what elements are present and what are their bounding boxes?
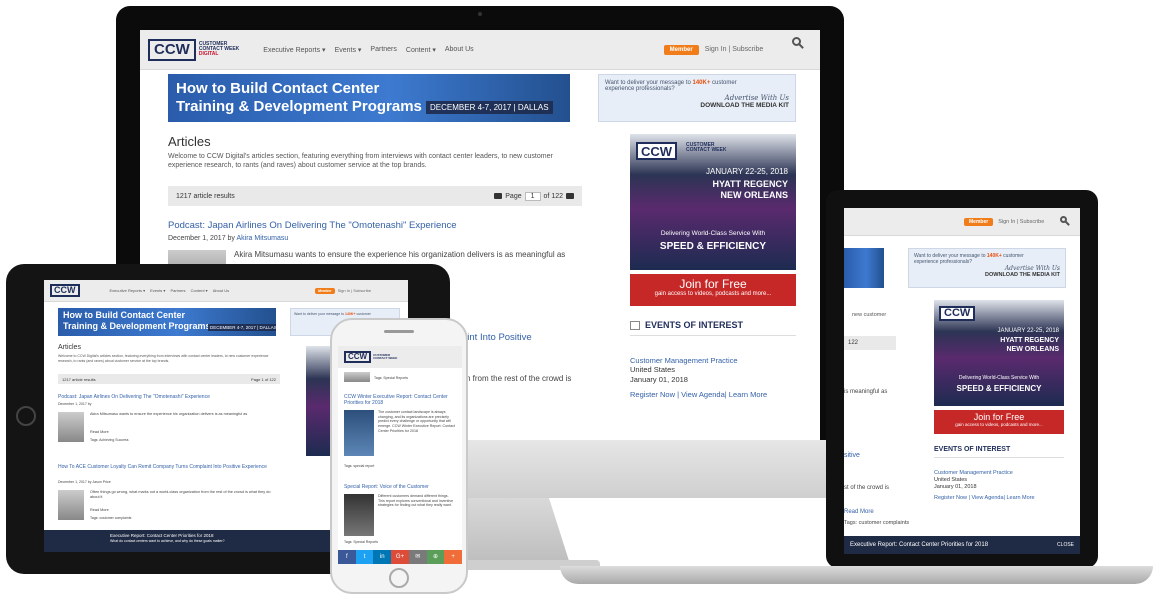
laptop-banner-fragment[interactable]: 122 bbox=[844, 248, 884, 288]
phone-post-thumb-1[interactable] bbox=[344, 410, 374, 456]
laptop-excerpt-fragment: is meaningful as bbox=[844, 389, 888, 395]
laptop-site-header: Member Sign In | Subscribe bbox=[844, 208, 1080, 236]
ccw-ad-logo: CCW bbox=[636, 142, 678, 160]
tablet-home-button[interactable] bbox=[16, 406, 36, 426]
laptop-tags: Tags: customer complaints bbox=[844, 520, 910, 526]
post-author-link[interactable]: Akira Mitsumasu bbox=[237, 235, 289, 242]
pager-prev-icon[interactable] bbox=[494, 193, 503, 199]
ccw-ad-speed: SPEED & EFFICIENCY bbox=[659, 241, 767, 252]
pager-next-icon[interactable] bbox=[566, 193, 574, 199]
ccw-ad-venue1: HYATT REGENCY bbox=[712, 179, 788, 189]
twitter-share-icon[interactable]: t bbox=[355, 550, 374, 564]
laptop-read-more[interactable]: Read More bbox=[844, 508, 874, 516]
laptop-join-for-free-button[interactable]: Join for Free gain access to videos, pod… bbox=[934, 410, 1064, 434]
media-kit-ad-line2: experience professionals? bbox=[605, 86, 675, 92]
laptop-ccw-event-ad[interactable]: CCW JANUARY 22-25, 2018 HYATT REGENCY NE… bbox=[934, 300, 1064, 406]
media-kit-ad[interactable]: Want to deliver your message to 140K+ cu… bbox=[598, 74, 796, 122]
calendar-icon bbox=[630, 321, 640, 331]
event-name-link[interactable]: Customer Management Practice bbox=[630, 356, 796, 365]
event-links[interactable]: Register Now | View Agenda| Learn More bbox=[630, 390, 796, 399]
join-for-free-button[interactable]: Join for Free gain access to videos, pod… bbox=[630, 274, 796, 306]
nav-about-us[interactable]: About Us bbox=[445, 46, 474, 53]
laptop-member-badge[interactable]: Member bbox=[964, 217, 994, 226]
linkedin-share-icon[interactable]: in bbox=[373, 550, 392, 564]
email-share-icon[interactable]: ✉ bbox=[408, 550, 427, 564]
ccw-ad-dates: JANUARY 22-25, 2018 bbox=[706, 167, 788, 176]
tablet-ccw-ad-fragment[interactable] bbox=[306, 346, 330, 456]
more-share-icon[interactable]: + bbox=[444, 550, 462, 564]
laptop-exec-report-bar[interactable]: Executive Report: Contact Center Priorit… bbox=[844, 536, 1080, 554]
phone-share-bar: f t in G+ ✉ ⊕ + bbox=[338, 550, 462, 564]
post-excerpt-2-fragment: h from the rest of the crowd is bbox=[466, 374, 572, 383]
laptop-results-fragment: 122 bbox=[844, 336, 896, 350]
nav-executive-reports[interactable]: Executive Reports ▾ bbox=[263, 46, 325, 54]
articles-intro: Welcome to CCW Digital's articles sectio… bbox=[168, 153, 553, 170]
media-kit-ad-cta: DOWNLOAD THE MEDIA KIT bbox=[700, 102, 789, 109]
tablet-site-header: CCW Executive Reports ▾ Events ▾ Partner… bbox=[44, 280, 408, 302]
laptop-search-icon[interactable] bbox=[1060, 216, 1067, 223]
articles-heading: Articles bbox=[168, 134, 211, 149]
laptop-title-fragment[interactable]: sitive bbox=[844, 452, 860, 459]
phone-screen: CCW CUSTOMER CONTACT WEEK Tags: Special … bbox=[338, 346, 462, 564]
nav-content[interactable]: Content ▾ bbox=[406, 46, 436, 54]
ccw-event-ad[interactable]: CCW CUSTOMER CONTACT WEEK JANUARY 22-25,… bbox=[630, 134, 796, 270]
googleplus-share-icon[interactable]: G+ bbox=[391, 550, 409, 564]
results-bar: 1217 article results Page 1 of 122 bbox=[168, 186, 582, 206]
ccw-logo-subtitle: CUSTOMER CONTACT WEEK DIGITAL bbox=[198, 40, 240, 58]
laptop-base bbox=[560, 566, 1153, 584]
tablet-post-title-2[interactable]: How To ACE Customer Loyalty Can Remit Co… bbox=[58, 464, 268, 470]
laptop-intro-fragment: new customer bbox=[852, 312, 887, 318]
nav-partners[interactable]: Partners bbox=[370, 46, 396, 53]
laptop-crowd-fragment: st of the crowd is bbox=[844, 485, 890, 491]
pager: Page 1 of 122 bbox=[494, 191, 574, 201]
phone-header: CCW CUSTOMER CONTACT WEEK bbox=[338, 346, 462, 368]
pager-label: Page bbox=[505, 192, 522, 200]
ccw-ad-logo-subtitle: CUSTOMER CONTACT WEEK bbox=[686, 142, 727, 154]
training-banner[interactable]: How to Build Contact Center Training & D… bbox=[168, 74, 570, 122]
results-count: 1217 article results bbox=[176, 192, 235, 200]
banner-date: DECEMBER 4-7, 2017 | DALLAS bbox=[426, 101, 553, 114]
pager-of: of 122 bbox=[543, 192, 563, 200]
phone-home-button[interactable] bbox=[389, 568, 409, 588]
post-meta-1: December 1, 2017 by Akira Mitsumasu bbox=[168, 235, 289, 242]
ccw-ad-deliver: Delivering World-Class Service With bbox=[660, 230, 766, 237]
laptop-events-heading: EVENTS OF INTEREST bbox=[934, 446, 1064, 458]
ccw-ad-venue2: NEW ORLEANS bbox=[720, 190, 789, 200]
laptop-sign-in-link[interactable]: Sign In | Subscribe bbox=[998, 219, 1044, 225]
phone-post-title-1[interactable]: CCW Winter Executive Report: Contact Cen… bbox=[344, 394, 456, 406]
post-excerpt-1: Akira Mitsumasu wants to ensure the expe… bbox=[234, 250, 566, 259]
pager-input[interactable]: 1 bbox=[524, 191, 541, 201]
laptop-screen: Member Sign In | Subscribe 122 Want to d… bbox=[844, 208, 1080, 554]
tablet-banner[interactable]: How to Build Contact Center Training & D… bbox=[58, 308, 276, 336]
sign-in-subscribe-link[interactable]: Sign In | Subscribe bbox=[705, 46, 764, 53]
phone-post-thumb-2[interactable] bbox=[344, 494, 374, 536]
tablet-post-title-1[interactable]: Podcast: Japan Airlines On Delivering Th… bbox=[58, 394, 210, 400]
post-title-1[interactable]: Podcast: Japan Airlines On Delivering Th… bbox=[168, 220, 457, 231]
banner-title-line2: Training & Development Programs bbox=[176, 98, 422, 115]
nav-events[interactable]: Events ▾ bbox=[335, 46, 362, 54]
banner-title-line1: How to Build Contact Center bbox=[176, 80, 380, 97]
events-of-interest-heading: EVENTS OF INTEREST bbox=[630, 320, 796, 337]
print-share-icon[interactable]: ⊕ bbox=[426, 550, 445, 564]
facebook-share-icon[interactable]: f bbox=[338, 550, 356, 564]
laptop-event-details: Customer Management Practice United Stat… bbox=[934, 470, 1035, 501]
ccw-logo[interactable]: CCW bbox=[148, 38, 196, 61]
phone-speaker bbox=[384, 330, 414, 333]
post-title-2-fragment[interactable]: aint Into Positive bbox=[462, 332, 532, 343]
laptop-media-kit-ad[interactable]: Want to deliver your message to 140K+ cu… bbox=[908, 248, 1066, 288]
event-details: Customer Management Practice United Stat… bbox=[630, 356, 796, 400]
media-kit-ad-script: Advertise With Us bbox=[724, 94, 789, 102]
desktop-camera bbox=[478, 12, 482, 16]
member-badge[interactable]: Member bbox=[663, 44, 699, 55]
desktop-site-header: CCW CUSTOMER CONTACT WEEK DIGITAL Execut… bbox=[140, 30, 820, 70]
laptop-close-button[interactable]: CLOSE bbox=[1057, 542, 1074, 548]
phone-post-title-2[interactable]: Special Report: Voice of the Customer bbox=[344, 484, 456, 490]
search-icon[interactable] bbox=[792, 37, 801, 46]
